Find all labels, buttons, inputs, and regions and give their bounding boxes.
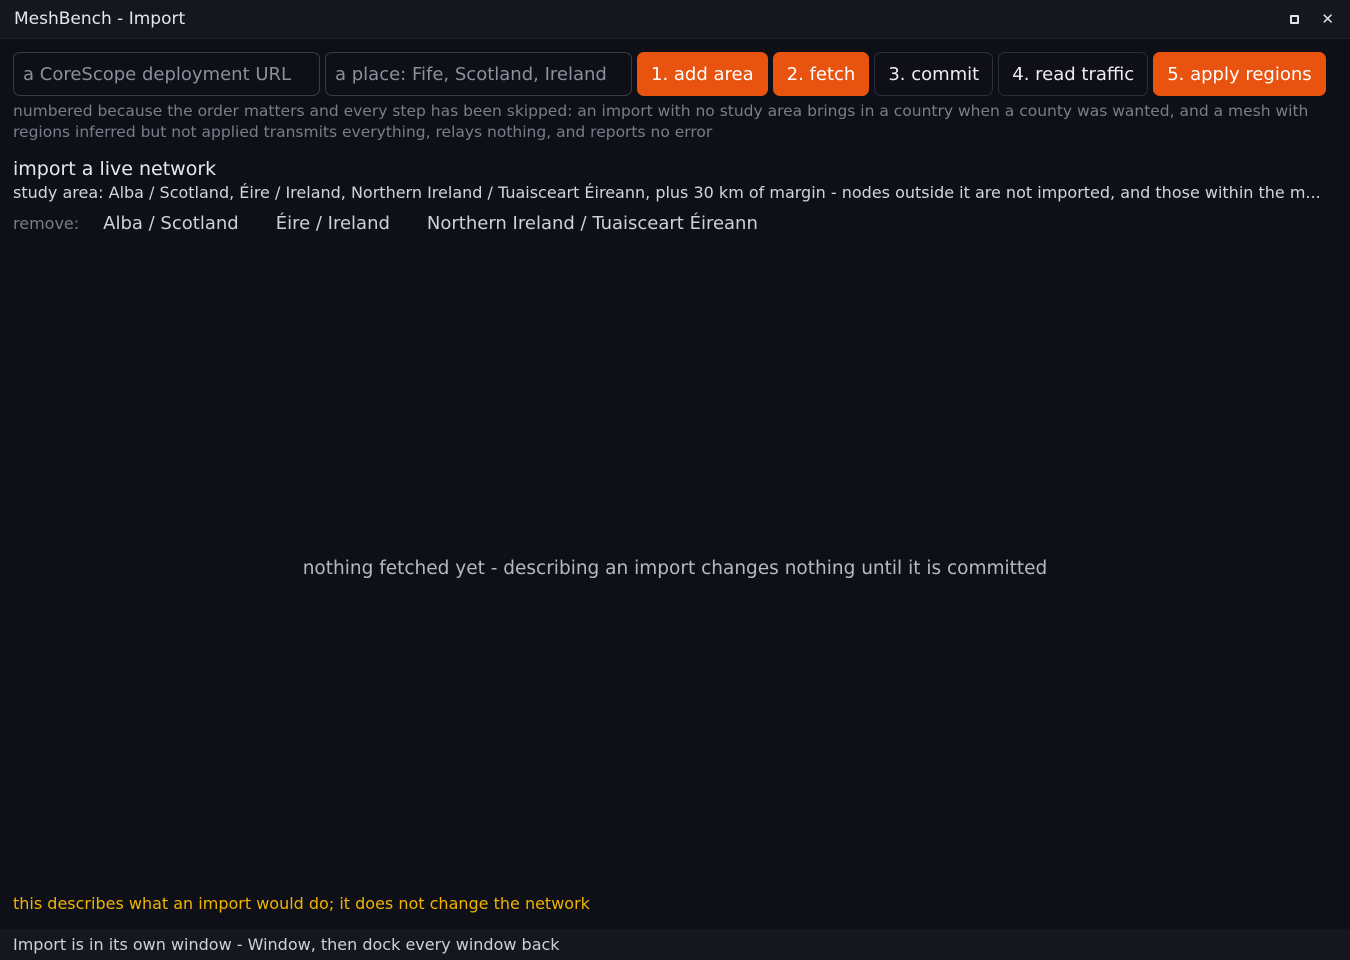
status-bar: Import is in its own window - Window, th… — [0, 929, 1350, 960]
step-order-hint: numbered because the order matters and e… — [13, 102, 1309, 141]
empty-state-message: nothing fetched yet - describing an impo… — [302, 558, 1048, 579]
close-icon[interactable]: ✕ — [1321, 11, 1334, 27]
add-area-button[interactable]: 1. add area — [637, 52, 768, 96]
study-area-summary: study area: Alba / Scotland, Éire / Irel… — [13, 183, 1321, 202]
title-bar: MeshBench - Import ✕ — [0, 0, 1350, 39]
remove-area-scotland[interactable]: Alba / Scotland — [103, 213, 239, 234]
apply-regions-button[interactable]: 5. apply regions — [1153, 52, 1326, 96]
section-title: import a live network — [13, 158, 217, 180]
status-text: Import is in its own window - Window, th… — [13, 935, 560, 954]
window-controls: ✕ — [1290, 11, 1336, 27]
restore-icon[interactable] — [1290, 14, 1300, 24]
window-title: MeshBench - Import — [14, 9, 186, 29]
deployment-url-input[interactable] — [13, 52, 320, 96]
remove-area-row: remove: Alba / Scotland Éire / Ireland N… — [13, 213, 795, 234]
remove-label: remove: — [13, 214, 80, 233]
read-traffic-button[interactable]: 4. read traffic — [998, 52, 1149, 96]
remove-area-ireland[interactable]: Éire / Ireland — [276, 213, 390, 234]
commit-button[interactable]: 3. commit — [874, 52, 994, 96]
remove-area-northern-ireland[interactable]: Northern Ireland / Tuaisceart Éireann — [427, 213, 758, 234]
fetch-button[interactable]: 2. fetch — [772, 52, 870, 96]
place-input[interactable] — [325, 52, 632, 96]
import-toolbar: 1. add area 2. fetch 3. commit 4. read t… — [13, 52, 1338, 96]
dry-run-warning: this describes what an import would do; … — [13, 894, 590, 913]
